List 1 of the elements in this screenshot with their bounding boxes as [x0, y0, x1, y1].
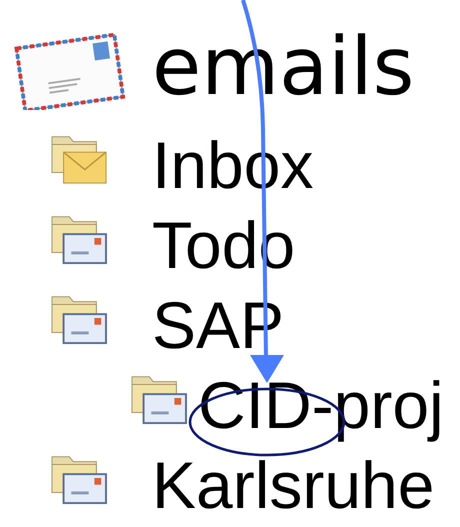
folder-label[interactable]: Karlsruhe — [152, 452, 434, 518]
